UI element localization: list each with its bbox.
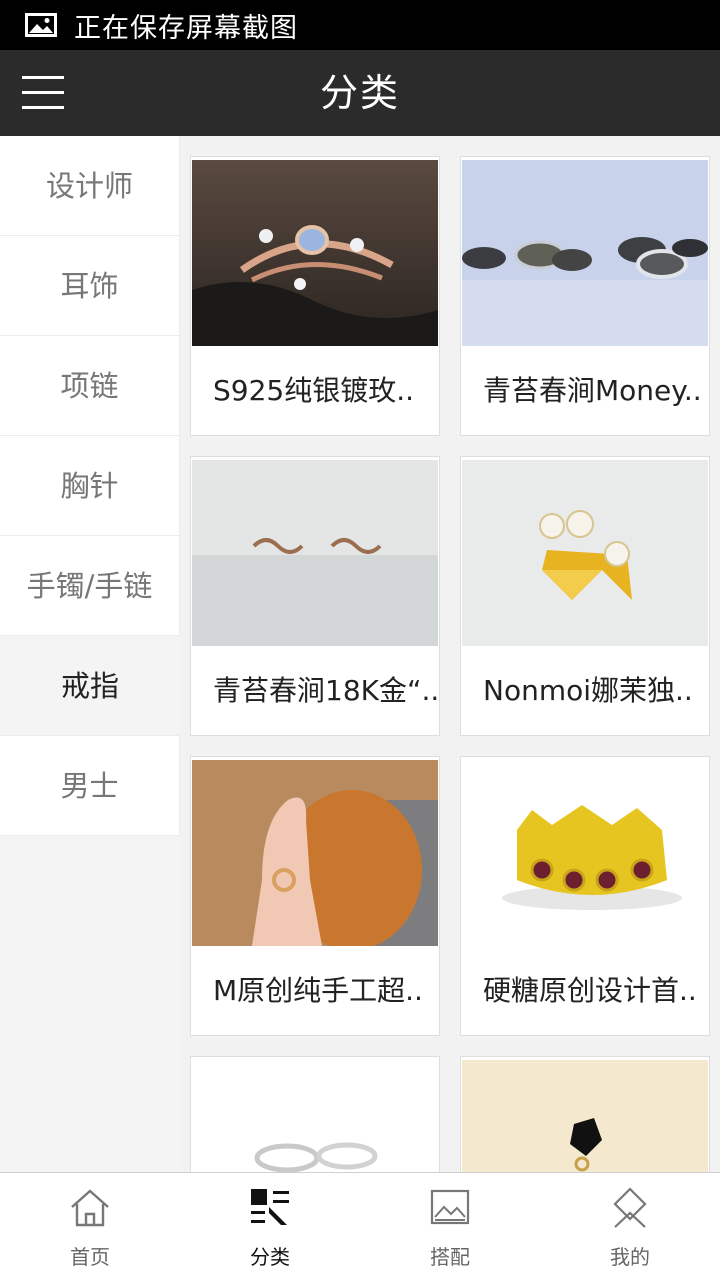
product-image <box>462 1060 708 1172</box>
product-name: 青苔春涧18K金“.. <box>213 674 439 707</box>
category-item-men[interactable]: 男士 <box>0 736 180 836</box>
product-card[interactable]: M原创纯手工超.. <box>190 756 440 1036</box>
product-grid: S925纯银镀玫.. 青苔春涧Money.. 青苔春涧18K金“.. Nonmo… <box>180 136 720 1172</box>
category-item-earrings[interactable]: 耳饰 <box>0 236 180 336</box>
product-image <box>192 460 438 646</box>
nav-match-label: 搭配 <box>430 1245 470 1269</box>
product-image <box>462 160 708 346</box>
product-card[interactable]: 青苔春涧Money.. <box>460 156 710 436</box>
nav-home-label: 首页 <box>70 1245 110 1269</box>
product-card[interactable] <box>190 1056 440 1172</box>
category-item-necklaces[interactable]: 项链 <box>0 336 180 436</box>
product-card[interactable] <box>460 1056 710 1172</box>
category-item-bracelets[interactable]: 手镯/手链 <box>0 536 180 636</box>
page-title: 分类 <box>319 71 400 115</box>
product-card[interactable]: 青苔春涧18K金“.. <box>190 456 440 736</box>
nav-category[interactable]: 分类 <box>180 1173 360 1280</box>
product-card[interactable]: S925纯银镀玫.. <box>190 156 440 436</box>
product-name: 青苔春涧Money.. <box>483 374 702 407</box>
category-sidebar: 设计师 耳饰 项链 胸针 手镯/手链 戒指 男士 <box>0 136 180 1172</box>
category-item-designer[interactable]: 设计师 <box>0 136 180 236</box>
nav-profile-label: 我的 <box>610 1245 650 1269</box>
diamond-person-icon <box>613 1187 647 1228</box>
image-icon <box>25 13 57 37</box>
picture-frame-icon <box>430 1189 470 1225</box>
product-name: Nonmoi娜茉独.. <box>483 674 693 707</box>
product-card[interactable]: 硬糖原创设计首.. <box>460 756 710 1036</box>
category-item-rings[interactable]: 戒指 <box>0 636 180 736</box>
status-text: 正在保存屏幕截图 <box>74 12 298 44</box>
category-icon <box>251 1189 289 1225</box>
product-image <box>462 760 708 946</box>
product-image <box>462 460 708 646</box>
nav-home[interactable]: 首页 <box>0 1173 180 1280</box>
app-header: 分类 <box>0 50 720 136</box>
home-icon <box>71 1189 109 1227</box>
product-image <box>192 1060 438 1172</box>
category-item-brooches[interactable]: 胸针 <box>0 436 180 536</box>
bottom-nav: 首页 分类 搭配 我的 <box>0 1172 720 1280</box>
nav-match[interactable]: 搭配 <box>360 1173 540 1280</box>
product-card[interactable]: Nonmoi娜茉独.. <box>460 456 710 736</box>
product-name: M原创纯手工超.. <box>213 974 423 1007</box>
product-name: S925纯银镀玫.. <box>213 374 415 407</box>
product-name: 硬糖原创设计首.. <box>483 974 697 1007</box>
product-image <box>192 760 438 946</box>
status-bar: 正在保存屏幕截图 <box>0 0 720 50</box>
nav-category-label: 分类 <box>250 1245 290 1269</box>
product-image <box>192 160 438 346</box>
nav-profile[interactable]: 我的 <box>540 1173 720 1280</box>
